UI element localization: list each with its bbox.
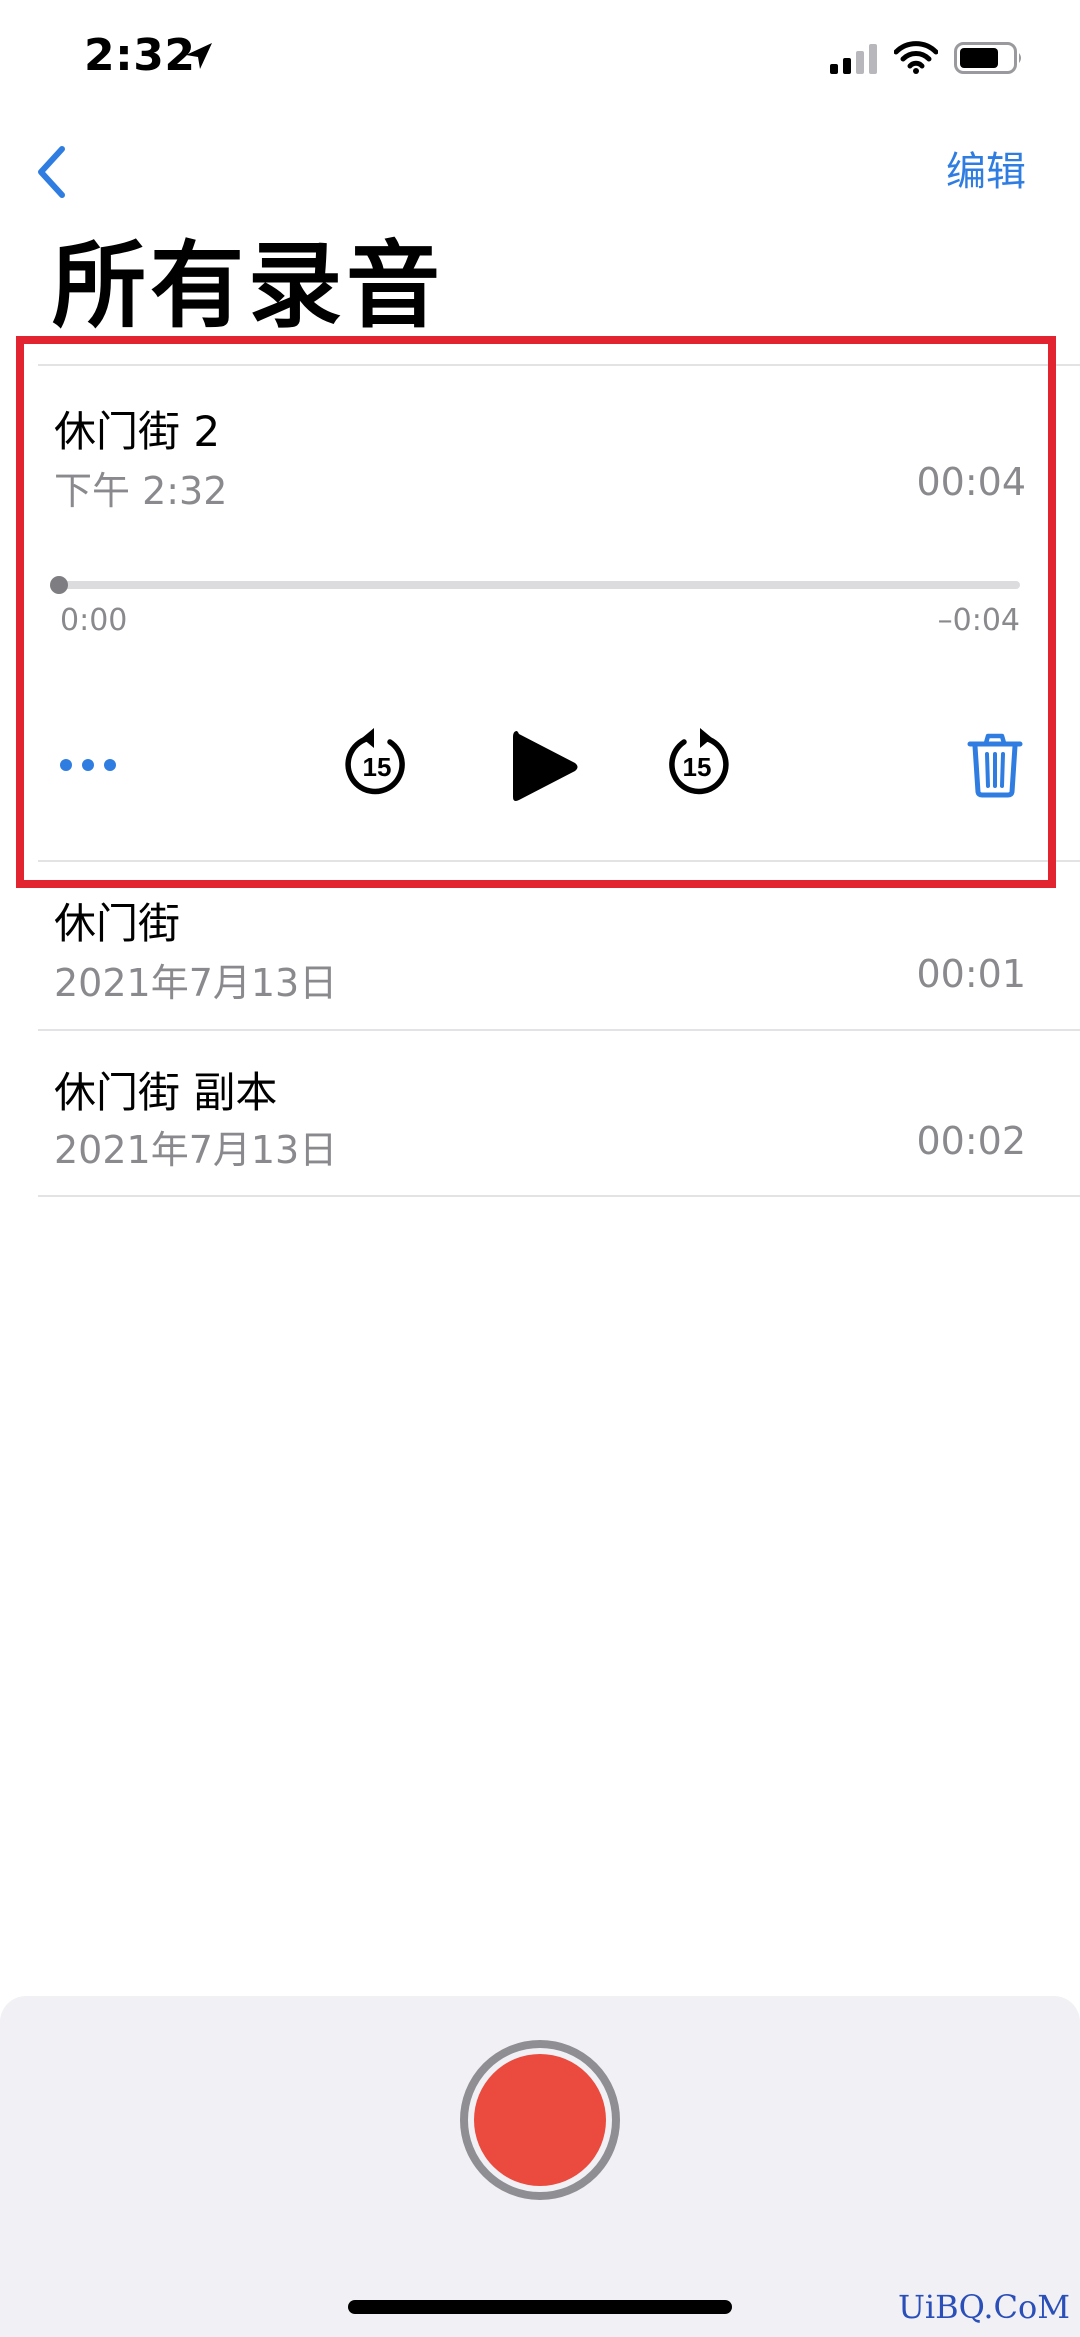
cellular-signal-icon [830, 44, 877, 74]
status-bar: 2:32 [0, 0, 1080, 120]
highlight-frame [16, 336, 1056, 888]
back-button[interactable] [26, 140, 76, 204]
recording-list-item[interactable]: 休门街 副本 2021年7月13日 00:02 [0, 1031, 1080, 1197]
divider [38, 1195, 1080, 1197]
record-icon [474, 2054, 606, 2186]
home-indicator[interactable] [348, 2300, 732, 2314]
page-title: 所有录音 [52, 232, 445, 341]
recording-date: 2021年7月13日 [54, 961, 338, 1005]
status-time: 2:32 [84, 30, 196, 81]
recording-title: 休门街 [54, 899, 181, 948]
recording-duration: 00:02 [916, 1119, 1026, 1163]
recording-duration: 00:01 [916, 952, 1026, 996]
wifi-icon [894, 41, 938, 74]
location-arrow-icon [186, 43, 212, 69]
recording-list-item[interactable]: 休门街 2021年7月13日 00:01 [0, 862, 1080, 1030]
edit-button[interactable]: 编辑 [946, 140, 1026, 204]
chevron-left-icon [38, 146, 65, 198]
recording-date: 2021年7月13日 [54, 1128, 338, 1172]
recording-title: 休门街 副本 [54, 1068, 278, 1117]
watermark: UiBQ.CoM [897, 2288, 1070, 2326]
record-button[interactable] [460, 2040, 620, 2200]
battery-icon [954, 42, 1021, 74]
